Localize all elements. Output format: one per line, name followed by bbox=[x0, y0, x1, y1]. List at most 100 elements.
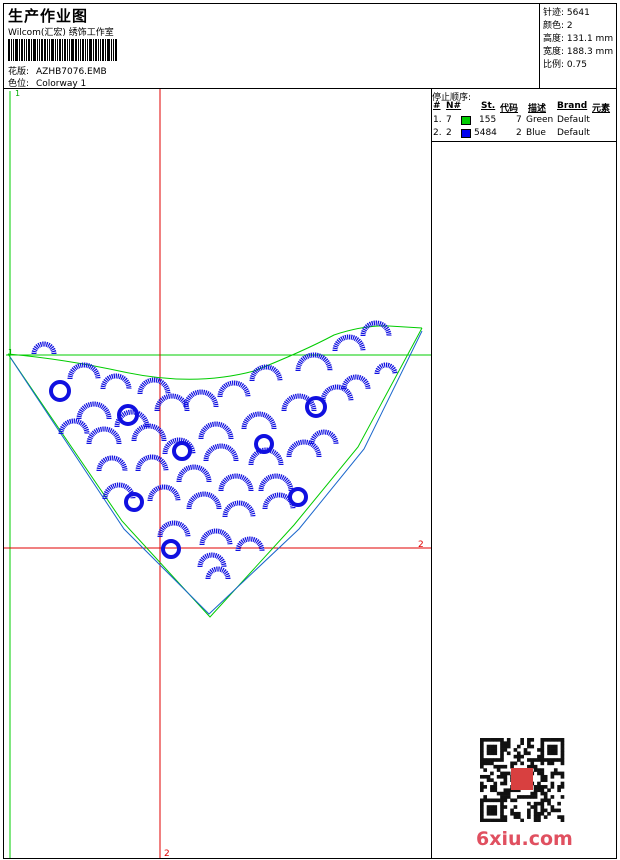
qr-module bbox=[500, 791, 504, 796]
qr-module bbox=[500, 795, 504, 799]
colors-row: 颜色: 2 bbox=[543, 18, 573, 31]
qr-module bbox=[503, 798, 508, 803]
qr-module bbox=[533, 768, 538, 772]
qr-module bbox=[550, 761, 555, 766]
qr-module bbox=[496, 738, 501, 742]
header-info: 生产作业图 Wilcom(汇宏) 绣饰工作室 花版: AZHB7076.EMB 色… bbox=[3, 3, 539, 89]
qr-module bbox=[480, 758, 484, 762]
qr-module bbox=[503, 818, 508, 822]
qr-module bbox=[506, 791, 511, 796]
qr-module bbox=[510, 808, 514, 813]
qr-module bbox=[547, 761, 551, 766]
qr-module bbox=[533, 815, 538, 819]
stitch-arc bbox=[154, 393, 190, 412]
qr-module bbox=[490, 751, 494, 756]
height-value: 131.1 mm bbox=[566, 34, 614, 44]
qr-module bbox=[483, 795, 488, 799]
qr-module bbox=[527, 764, 531, 769]
qr-module bbox=[540, 768, 545, 772]
qr-module bbox=[560, 781, 565, 786]
qr-module bbox=[490, 811, 494, 816]
stitch-arc bbox=[295, 352, 333, 372]
qr-module bbox=[503, 791, 508, 796]
col-stitches: St. bbox=[481, 101, 496, 111]
qr-module bbox=[543, 758, 548, 762]
qr-module bbox=[516, 754, 521, 759]
stitch-arc bbox=[197, 552, 227, 568]
qr-module bbox=[503, 774, 508, 779]
qr-module bbox=[493, 738, 498, 742]
qr-module bbox=[540, 748, 545, 752]
qr-module bbox=[540, 785, 545, 789]
row-description: Blue bbox=[526, 128, 546, 138]
qr-module bbox=[496, 764, 501, 769]
qr-module bbox=[530, 764, 535, 769]
qr-module bbox=[500, 751, 504, 756]
qr-module bbox=[520, 818, 524, 822]
stitch-ring bbox=[172, 441, 192, 461]
qr-module bbox=[523, 751, 528, 756]
qr-module bbox=[483, 768, 488, 772]
qr-module bbox=[480, 744, 484, 749]
row-needle: 7 bbox=[446, 115, 452, 125]
qr-module bbox=[533, 758, 538, 762]
qr-module bbox=[560, 748, 565, 752]
qr-module bbox=[520, 761, 524, 766]
qr-module bbox=[560, 744, 565, 749]
qr-module bbox=[486, 751, 491, 756]
qr-module bbox=[560, 761, 565, 766]
qr-module bbox=[493, 798, 498, 803]
qr-module bbox=[480, 811, 484, 816]
qr-module bbox=[547, 748, 551, 752]
qr-module bbox=[527, 758, 531, 762]
qr-module bbox=[550, 771, 555, 776]
stitches-row: 针迹: 5641 bbox=[543, 5, 590, 18]
qr-module bbox=[540, 801, 545, 806]
qr-module bbox=[480, 788, 484, 793]
qr-module bbox=[483, 818, 488, 822]
row-brand: Default bbox=[557, 128, 590, 138]
qr-module bbox=[486, 748, 491, 752]
qr-module bbox=[553, 748, 558, 752]
color-swatch bbox=[461, 116, 471, 125]
stitch-arc bbox=[205, 566, 231, 580]
qr-module bbox=[543, 795, 548, 799]
qr-module bbox=[486, 805, 491, 809]
qr-module bbox=[553, 758, 558, 762]
height-label: 高度: bbox=[543, 34, 565, 44]
qr-module bbox=[490, 744, 494, 749]
qr-module bbox=[493, 744, 498, 749]
qr-module bbox=[510, 811, 514, 816]
col-description: 描述 bbox=[528, 104, 547, 114]
table-row: 1. 7 155 7 Green Default bbox=[432, 115, 617, 127]
qr-module bbox=[527, 808, 531, 813]
col-needle: N# bbox=[446, 101, 462, 111]
qr-module bbox=[540, 798, 545, 803]
stitch-arc bbox=[222, 500, 256, 518]
stitch-arc bbox=[135, 454, 169, 472]
qr-module bbox=[506, 744, 511, 749]
cross-marker-bottom: 2 bbox=[164, 849, 170, 858]
qr-module bbox=[500, 805, 504, 809]
qr-module bbox=[550, 738, 555, 742]
qr-module bbox=[516, 744, 521, 749]
stitch-arc bbox=[374, 362, 398, 375]
qr-module bbox=[503, 805, 508, 809]
qr-module bbox=[560, 738, 565, 742]
stitch-arc bbox=[183, 389, 219, 408]
qr-module bbox=[540, 808, 545, 813]
qr-module bbox=[483, 785, 488, 789]
qr-module bbox=[503, 788, 508, 793]
qr-module bbox=[547, 758, 551, 762]
qr-module bbox=[540, 741, 545, 746]
qr-module bbox=[480, 751, 484, 756]
qr-module bbox=[560, 795, 565, 799]
qr-module bbox=[490, 798, 494, 803]
qr-module bbox=[486, 798, 491, 803]
qr-module bbox=[493, 808, 498, 813]
stitches-value: 5641 bbox=[566, 8, 590, 18]
qr-module bbox=[540, 805, 545, 809]
qr-module bbox=[550, 808, 555, 813]
qr-module bbox=[503, 741, 508, 746]
qr-module bbox=[520, 738, 524, 742]
